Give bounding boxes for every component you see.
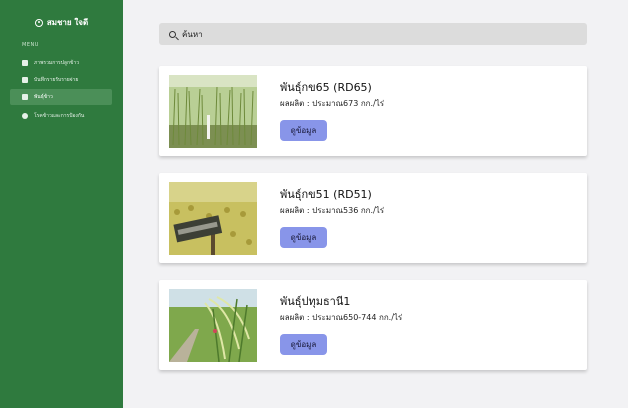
main-content: พันธุ์กข65 (RD65) ผลผลิต : ประมาณ673 กก.… — [123, 0, 628, 408]
variety-card: พันธุ์กข65 (RD65) ผลผลิต : ประมาณ673 กก.… — [159, 66, 587, 156]
variety-name: พันธุ์ปทุมธานี1 — [280, 295, 351, 308]
user-name: สมชาย ใจดี — [46, 18, 89, 27]
rice-field-photo — [169, 75, 257, 148]
sidebar-item-diseases[interactable]: โรคข้าวและการป้องกัน — [10, 108, 112, 124]
variety-card: พันธุ์กข51 (RD51) ผลผลิต : ประมาณ536 กก.… — [159, 173, 587, 263]
search-icon — [169, 30, 176, 38]
view-details-button[interactable]: ดูข้อมูล — [280, 334, 327, 355]
sidebar-item-rice-varieties[interactable]: พันธุ์ข้าว — [10, 89, 112, 105]
rice-field-photo — [169, 289, 257, 362]
sidebar: สมชาย ใจดี MENU ภาพรวมการปลูกข้าว บันทึก… — [0, 0, 123, 408]
sidebar-item-label: โรคข้าวและการป้องกัน — [34, 113, 85, 119]
variety-yield: ผลผลิต : ประมาณ536 กก./ไร่ — [280, 206, 385, 215]
menu-heading: MENU — [22, 42, 39, 48]
variety-card: พันธุ์ปทุมธานี1 ผลผลิต : ประมาณ650-744 ก… — [159, 280, 587, 370]
user-icon — [34, 18, 43, 27]
sidebar-item-income-expense[interactable]: บันทึกรายรับรายจ่าย — [10, 72, 112, 88]
user-profile[interactable]: สมชาย ใจดี — [0, 16, 123, 29]
book-icon — [22, 94, 28, 100]
sidebar-item-label: ภาพรวมการปลูกข้าว — [34, 60, 80, 66]
rice-field-photo — [169, 182, 257, 255]
clipboard-icon — [22, 77, 28, 83]
chat-icon — [22, 113, 28, 119]
view-details-button[interactable]: ดูข้อมูล — [280, 227, 327, 248]
variety-name: พันธุ์กข65 (RD65) — [280, 81, 372, 94]
dashboard-icon — [22, 60, 28, 66]
view-details-button[interactable]: ดูข้อมูล — [280, 120, 327, 141]
sidebar-item-overview[interactable]: ภาพรวมการปลูกข้าว — [10, 55, 112, 71]
variety-yield: ผลผลิต : ประมาณ650-744 กก./ไร่ — [280, 313, 403, 322]
sidebar-item-label: พันธุ์ข้าว — [34, 94, 53, 100]
variety-yield: ผลผลิต : ประมาณ673 กก./ไร่ — [280, 99, 385, 108]
sidebar-item-label: บันทึกรายรับรายจ่าย — [34, 77, 79, 83]
variety-name: พันธุ์กข51 (RD51) — [280, 188, 372, 201]
search-bar[interactable] — [159, 23, 587, 45]
search-input[interactable] — [182, 29, 562, 39]
